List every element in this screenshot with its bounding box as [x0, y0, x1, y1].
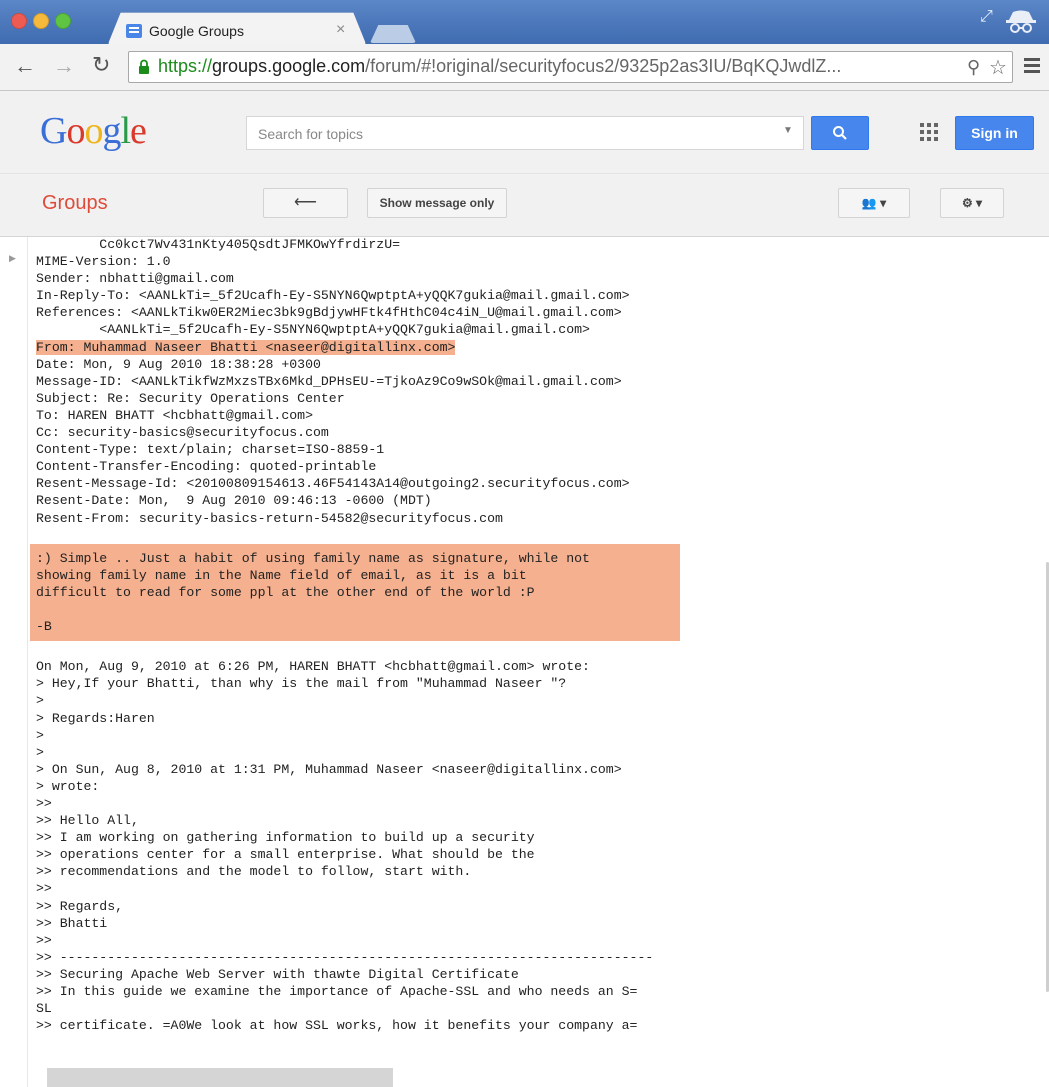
- header-line: Content-Transfer-Encoding: quoted-printa…: [36, 459, 377, 475]
- bookmark-star-icon[interactable]: ☆: [989, 55, 1007, 80]
- window-minimize-button[interactable]: [33, 13, 49, 29]
- header-line: Cc: security-basics@securityfocus.com: [36, 425, 329, 441]
- google-logo[interactable]: Google: [40, 109, 147, 153]
- address-bar[interactable]: https://groups.google.com/forum/#!origin…: [128, 51, 1013, 83]
- quoted-line: >>: [36, 796, 52, 811]
- header-line: Content-Type: text/plain; charset=ISO-88…: [36, 442, 385, 458]
- header-line: Resent-From: security-basics-return-5458…: [36, 510, 503, 526]
- quoted-line: > Regards:Haren: [36, 710, 155, 726]
- tab-close-icon[interactable]: ×: [336, 21, 345, 39]
- body-line: -B: [36, 619, 52, 635]
- lock-icon: [139, 59, 149, 74]
- groups-toolbar: Groups ⟵ Show message only 👥 ▾ ⚙ ▾: [0, 174, 1049, 237]
- browser-forward-button[interactable]: →: [53, 53, 75, 79]
- google-header: Google ▼ Sign in: [0, 91, 1049, 174]
- settings-menu-button[interactable]: ⚙ ▾: [940, 188, 1004, 218]
- quoted-line: >> Hello All,: [36, 813, 139, 829]
- header-line: MIME-Version: 1.0: [36, 254, 171, 270]
- quoted-line: >> recommendations and the model to foll…: [36, 864, 472, 880]
- header-line: Cc0kct7Wv431nKty405QsdtJFMKOwYfrdirzU=: [36, 237, 401, 252]
- groups-favicon-icon: [126, 24, 142, 38]
- quoted-line: >>: [36, 932, 52, 948]
- header-line: Sender: nbhatti@gmail.com: [36, 271, 234, 287]
- header-line: To: HAREN BHATT <hcbhatt@gmail.com>: [36, 407, 313, 423]
- quoted-line: >>: [36, 881, 52, 897]
- header-line: <AANLkTi=_5f2Ucafh-Ey-S5NYN6QwptptA+yQQK…: [36, 322, 590, 338]
- header-line: Resent-Message-Id: <20100809154613.46F54…: [36, 476, 630, 492]
- quoted-line: SL: [36, 1001, 52, 1017]
- header-line: References: <AANLkTikw0ER2Miec3bk9gBdjyw…: [36, 305, 622, 321]
- header-line: In-Reply-To: <AANLkTi=_5f2Ucafh-Ey-S5NYN…: [36, 288, 630, 304]
- search-button[interactable]: [811, 116, 869, 150]
- quoted-line: >> I am working on gathering information…: [36, 830, 535, 846]
- search-options-dropdown-icon[interactable]: ▼: [783, 125, 793, 136]
- sidebar-divider: [27, 237, 28, 1087]
- quoted-line: > wrote:: [36, 778, 100, 794]
- window-close-button[interactable]: [11, 13, 27, 29]
- search-input[interactable]: [256, 123, 760, 145]
- quoted-line: >> operations center for a small enterpr…: [36, 847, 535, 863]
- browser-tab-content: Google Groups: [126, 20, 244, 42]
- quoted-line: >: [36, 744, 44, 760]
- quoted-line: On Mon, Aug 9, 2010 at 6:26 PM, HAREN BH…: [36, 659, 590, 675]
- body-line: showing family name in the Name field of…: [36, 567, 527, 583]
- chrome-menu-icon[interactable]: [1024, 58, 1040, 73]
- zoom-icon[interactable]: ⚲: [967, 57, 980, 78]
- body-line: :) Simple .. Just a habit of using famil…: [36, 550, 590, 566]
- quoted-line: >> Securing Apache Web Server with thawt…: [36, 966, 519, 982]
- quoted-line: > Hey,If your Bhatti, than why is the ma…: [36, 676, 567, 692]
- raw-message-text: Cc0kct7Wv431nKty405QsdtJFMKOwYfrdirzU= M…: [30, 237, 680, 1034]
- browser-toolbar: ← → ↻ https://groups.google.com/forum/#!…: [0, 44, 1049, 91]
- expand-sidebar-icon[interactable]: ▶: [9, 253, 16, 264]
- apps-grid-icon[interactable]: [920, 123, 938, 141]
- quoted-line: >: [36, 727, 44, 743]
- sign-in-button[interactable]: Sign in: [955, 116, 1034, 150]
- url-path: /forum/#!original/securityfocus2/9325p2a…: [365, 56, 842, 76]
- horizontal-scrollbar[interactable]: [47, 1068, 393, 1087]
- browser-back-button[interactable]: ←: [14, 53, 36, 79]
- reload-icon[interactable]: ↻: [92, 52, 110, 78]
- body-line: difficult to read for some ppl at the ot…: [36, 584, 535, 600]
- from-line-highlighted: From: Muhammad Naseer Bhatti <naseer@dig…: [36, 339, 456, 355]
- quoted-line: >> certificate. =A0We look at how SSL wo…: [36, 1018, 638, 1034]
- members-menu-button[interactable]: 👥 ▾: [838, 188, 910, 218]
- groups-title[interactable]: Groups: [42, 192, 108, 215]
- highlighted-reply-body: :) Simple .. Just a habit of using famil…: [30, 543, 680, 642]
- header-line: Date: Mon, 9 Aug 2010 18:38:28 +0300: [36, 356, 321, 372]
- quoted-line: >> In this guide we examine the importan…: [36, 984, 638, 1000]
- back-to-thread-button[interactable]: ⟵: [263, 188, 348, 218]
- url-text: https://groups.google.com/forum/#!origin…: [158, 56, 841, 77]
- url-host: groups.google.com: [212, 56, 366, 76]
- quoted-line: >> -------------------------------------…: [36, 949, 654, 965]
- header-line: Resent-Date: Mon, 9 Aug 2010 09:46:13 -0…: [36, 493, 432, 509]
- tab-title: Google Groups: [149, 23, 244, 39]
- fullscreen-expand-icon[interactable]: ⤢: [980, 8, 993, 26]
- quoted-line: >: [36, 693, 44, 709]
- original-message-view: ▶ Cc0kct7Wv431nKty405QsdtJFMKOwYfrdirzU=…: [0, 237, 1049, 1087]
- header-line: Message-ID: <AANLkTikfWzMxzsTBx6Mkd_DPHs…: [36, 373, 622, 389]
- header-line: Subject: Re: Security Operations Center: [36, 390, 345, 406]
- window-maximize-button[interactable]: [55, 13, 71, 29]
- incognito-icon: [1006, 10, 1036, 33]
- quoted-line: >> Bhatti: [36, 915, 108, 931]
- search-box: ▼: [246, 116, 804, 150]
- quoted-line: > On Sun, Aug 8, 2010 at 1:31 PM, Muhamm…: [36, 761, 622, 777]
- search-icon: [833, 126, 847, 140]
- show-message-only-button[interactable]: Show message only: [367, 188, 507, 218]
- quoted-line: >> Regards,: [36, 898, 124, 914]
- url-scheme: https://: [158, 56, 213, 76]
